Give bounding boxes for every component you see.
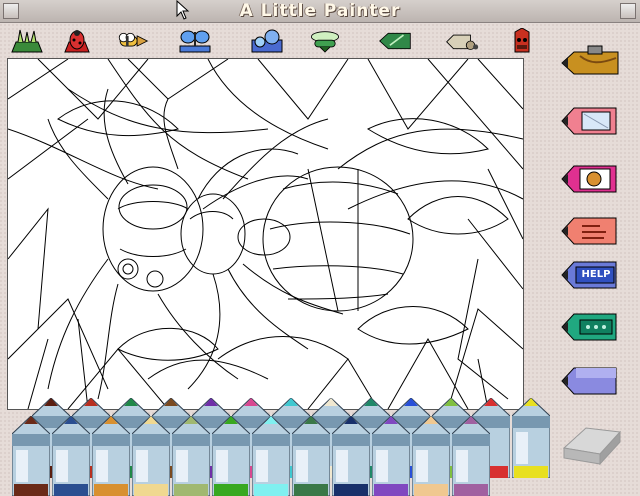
snail-icon	[446, 34, 479, 50]
crayon-icon	[92, 416, 130, 496]
trumpet-icon	[561, 45, 619, 75]
help-icon	[561, 261, 617, 289]
crayon-icon	[252, 416, 290, 496]
grass-tool[interactable]	[10, 28, 44, 54]
leaf-tool[interactable]	[378, 28, 412, 54]
crayon-icon	[212, 416, 250, 496]
eraser-tool[interactable]	[558, 418, 624, 466]
crayon-icon	[132, 416, 170, 496]
crayon-front-5[interactable]	[172, 416, 210, 496]
help-tool[interactable]	[560, 256, 622, 294]
picture-tool[interactable]	[560, 160, 622, 198]
crayon-front-10[interactable]	[372, 416, 410, 496]
blank-pencil-icon	[561, 367, 617, 395]
dragonfly-icon	[310, 31, 340, 53]
coloring-canvas[interactable]	[7, 58, 524, 410]
ladybug-icon	[64, 30, 90, 53]
crayon-icon	[172, 416, 210, 496]
mouse-cursor-icon	[176, 0, 190, 20]
crayon-palette	[10, 398, 550, 496]
butterfly-icon	[179, 30, 211, 53]
hand-tool[interactable]	[560, 212, 622, 250]
fish-tool[interactable]	[250, 28, 284, 54]
snail-tool[interactable]	[445, 28, 479, 54]
butterfly-tool[interactable]	[178, 28, 212, 54]
window-maximize-button[interactable]	[620, 3, 636, 19]
beetle-icon	[514, 28, 530, 53]
hand-icon	[561, 217, 617, 245]
spider-line-art	[8, 59, 523, 409]
crayon-icon	[372, 416, 410, 496]
music-tool[interactable]	[560, 44, 622, 82]
crayon-front-11[interactable]	[412, 416, 450, 496]
grass-icon	[11, 29, 43, 53]
leaf-icon	[379, 32, 411, 50]
ladybug-tool[interactable]	[60, 28, 94, 54]
title-bar: A Little Painter	[0, 0, 640, 23]
crayon-front-12[interactable]	[452, 416, 490, 496]
eraser-icon	[562, 427, 622, 466]
crayon-front-6[interactable]	[212, 416, 250, 496]
beetle-tool[interactable]	[505, 28, 539, 54]
options-tool[interactable]	[560, 308, 622, 346]
crayon-front-1[interactable]	[12, 416, 50, 496]
blank-tool[interactable]	[560, 362, 622, 400]
picture-icon	[561, 165, 617, 193]
crayon-icon	[512, 398, 550, 478]
fish-icon	[251, 29, 283, 53]
dragonfly-tool[interactable]	[308, 28, 342, 54]
bee-tool[interactable]	[115, 28, 149, 54]
crayon-back-13[interactable]	[512, 398, 550, 478]
crayon-front-7[interactable]	[252, 416, 290, 496]
crayon-front-4[interactable]	[132, 416, 170, 496]
crayon-icon	[332, 416, 370, 496]
crayon-icon	[52, 416, 90, 496]
page-tool[interactable]	[560, 102, 622, 140]
crayon-front-3[interactable]	[92, 416, 130, 496]
crayon-icon	[452, 416, 490, 496]
page-icon	[561, 107, 617, 135]
crayon-front-2[interactable]	[52, 416, 90, 496]
crayon-front-8[interactable]	[292, 416, 330, 496]
window-title: A Little Painter	[239, 1, 401, 21]
crayon-icon	[412, 416, 450, 496]
bee-icon	[118, 32, 149, 47]
crayon-front-9[interactable]	[332, 416, 370, 496]
crayon-icon	[12, 416, 50, 496]
options-icon	[561, 313, 617, 341]
crayon-icon	[292, 416, 330, 496]
